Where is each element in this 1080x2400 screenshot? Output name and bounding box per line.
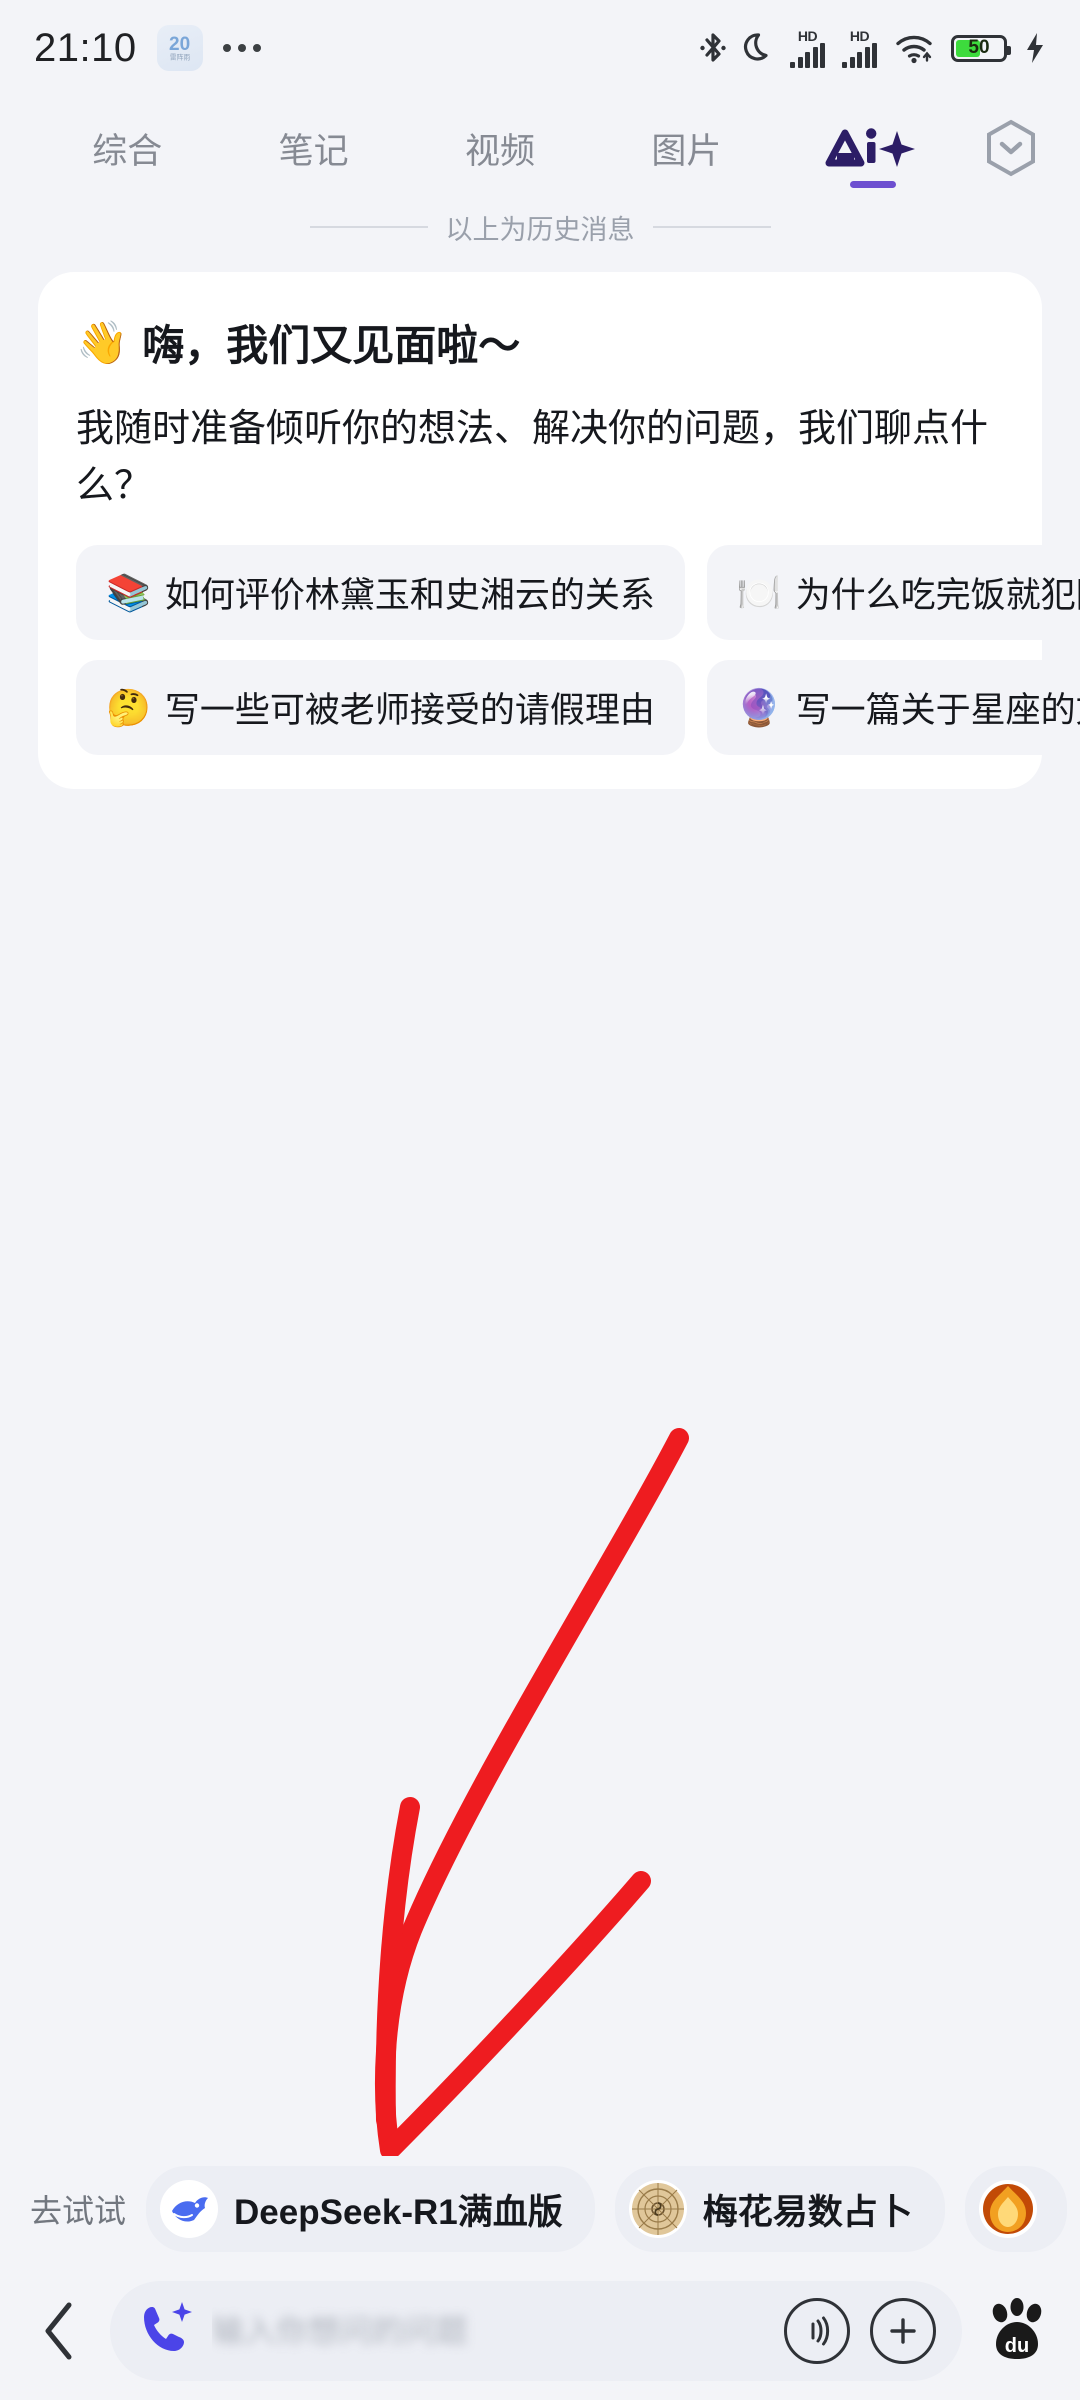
tab-ai[interactable]	[780, 100, 966, 196]
tab-zonghe[interactable]: 综合	[34, 100, 220, 196]
chevron-down-hexagon-icon[interactable]	[966, 119, 1056, 177]
more-dots-icon[interactable]	[222, 44, 261, 52]
status-bar: 21:10 20 雷阵雨 HD HD 50	[0, 0, 1080, 96]
suggestion-chip[interactable]: 🍽️ 为什么吃完饭就犯困	[706, 545, 1080, 640]
history-divider: 以上为历史消息	[0, 196, 1080, 258]
crystal-ball-icon: 🔮	[736, 686, 782, 728]
baidu-paw-icon[interactable]: du	[980, 2294, 1054, 2368]
deepseek-whale-icon	[160, 2180, 219, 2238]
wifi-icon	[894, 32, 934, 64]
ai-phone-sparkle-icon[interactable]	[138, 2299, 192, 2364]
meihua-model-chip[interactable]: 梅花易数占卜	[614, 2166, 945, 2252]
deepseek-model-chip[interactable]: DeepSeek-R1满血版	[146, 2166, 595, 2252]
chevron-left-icon[interactable]	[26, 2298, 92, 2364]
waving-hand-icon: 👋	[76, 318, 129, 366]
tab-label: 综合	[92, 131, 163, 171]
battery-percent: 50	[968, 37, 990, 58]
suggestion-label: 如何评价林黛玉和史湘云的关系	[164, 576, 655, 615]
status-clock: 21:10	[34, 25, 137, 70]
voice-wave-icon[interactable]	[784, 2298, 850, 2364]
svg-text:du: du	[1005, 2335, 1029, 2357]
suggestion-chip[interactable]: 📚 如何评价林黛玉和史湘云的关系	[76, 545, 685, 640]
suggestion-label: 为什么吃完饭就犯困	[795, 576, 1080, 615]
hd-label-2: HD	[849, 27, 870, 44]
hd-signal-icon: HD	[790, 29, 825, 68]
divider-text: 以上为历史消息	[445, 214, 635, 245]
suggestion-row-1: 📚 如何评价林黛玉和史湘云的关系 🍽️ 为什么吃完饭就犯困	[38, 545, 1080, 640]
suggestion-row-2: 🤔 写一些可被老师接受的请假理由 🔮 写一篇关于星座的文章	[38, 660, 1080, 755]
battery-icon: 50	[951, 34, 1011, 62]
do-not-disturb-moon-icon	[743, 32, 773, 64]
plus-icon[interactable]	[870, 2298, 936, 2364]
try-label: 去试试	[30, 2193, 127, 2229]
tab-active-underline	[849, 181, 896, 188]
signal-bars-2	[842, 42, 877, 68]
suggestion-chip[interactable]: 🤔 写一些可被老师接受的请假理由	[76, 660, 685, 755]
ai-greeting-card: 👋 嗨，我们又见面啦～ 我随时准备倾听你的想法、解决你的问题，我们聊点什么？ 📚…	[38, 272, 1080, 789]
weather-badge[interactable]: 20 雷阵雨	[156, 25, 203, 71]
ai-logo	[825, 125, 921, 171]
model-suggestion-bar: 去试试 DeepSeek-R1满血版 梅花易数占卜	[0, 2156, 1080, 2262]
cutlery-icon: 🍽️	[736, 571, 782, 613]
status-bar-right: HD HD 50	[700, 29, 1046, 68]
phone-screen: 21:10 20 雷阵雨 HD HD 50 综合 笔记 视频 图片 以上为历史消…	[0, 0, 1080, 2400]
suggestion-label: 写一篇关于星座的文章	[795, 691, 1080, 730]
meihua-chip-label: 梅花易数占卜	[702, 2192, 913, 2232]
suggestion-chip[interactable]: 🔮 写一篇关于星座的文章	[706, 660, 1080, 755]
tab-label: 视频	[465, 131, 536, 171]
status-bar-left: 21:10 20 雷阵雨	[34, 25, 261, 71]
tab-label: 图片	[651, 131, 722, 171]
input-bar: 输入你想问的问题 du	[0, 2262, 1080, 2400]
books-icon: 📚	[106, 571, 151, 613]
weather-label: 雷阵雨	[169, 53, 190, 61]
placeholder-text: 输入你想问的问题	[212, 2313, 469, 2349]
divider-line-left	[309, 226, 428, 228]
third-model-chip[interactable]	[964, 2166, 1067, 2252]
bagua-compass-icon	[628, 2180, 687, 2238]
tab-tupian[interactable]: 图片	[593, 100, 779, 196]
bluetooth-icon	[700, 31, 726, 65]
greeting-text: 嗨，我们又见面啦～	[142, 322, 521, 369]
tab-bar: 综合 笔记 视频 图片	[0, 100, 1080, 196]
divider-line-right	[652, 226, 771, 228]
tab-shipin[interactable]: 视频	[407, 100, 593, 196]
deepseek-chip-label: DeepSeek-R1满血版	[234, 2192, 563, 2232]
weather-temp: 20	[169, 33, 191, 55]
signal-bars	[790, 42, 825, 68]
tab-label: 笔记	[278, 131, 349, 171]
search-placeholder: 输入你想问的问题	[212, 2305, 756, 2357]
hd-label: HD	[797, 27, 818, 44]
hd-signal-icon-2: HD	[842, 29, 877, 68]
thinking-face-icon: 🤔	[106, 686, 151, 728]
intro-text: 我随时准备倾听你的想法、解决你的问题，我们聊点什么？	[76, 408, 989, 507]
search-input[interactable]: 输入你想问的问题	[110, 2281, 962, 2381]
charging-bolt-icon	[1024, 32, 1046, 64]
greeting-row: 👋 嗨，我们又见面啦～	[38, 312, 1042, 373]
suggestion-label: 写一些可被老师接受的请假理由	[164, 691, 655, 730]
tab-biji[interactable]: 笔记	[220, 100, 406, 196]
fire-orb-icon	[978, 2180, 1037, 2238]
